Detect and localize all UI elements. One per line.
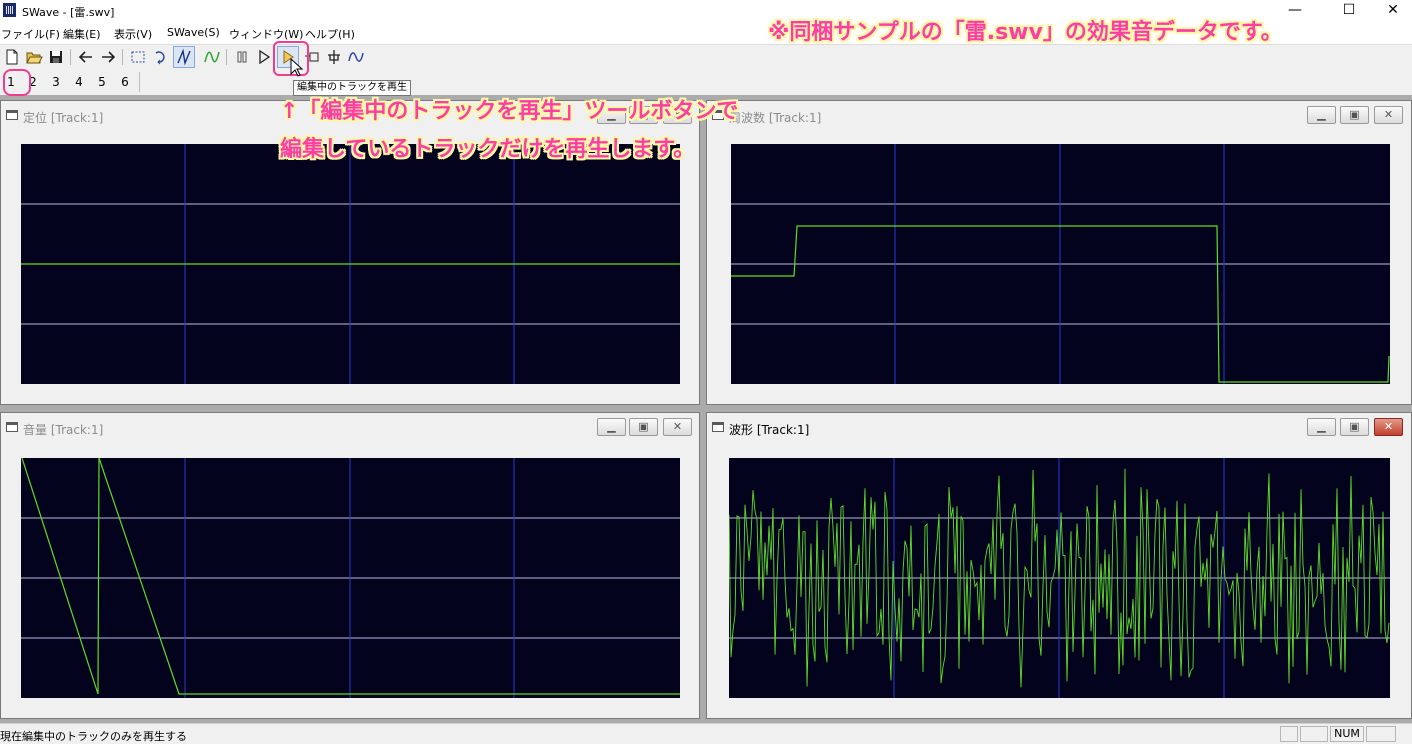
app-icon xyxy=(3,3,16,17)
sine-wave-icon[interactable] xyxy=(346,47,366,67)
waveform-window: 波形 [Track:1] ▁ ▣ ✕ xyxy=(706,412,1412,719)
status-panel xyxy=(1280,726,1298,742)
maximize-button[interactable]: ☐ xyxy=(1326,0,1372,22)
waveform-close-button[interactable]: ✕ xyxy=(1374,418,1403,436)
new-file-icon[interactable] xyxy=(2,47,22,67)
waveform-title: 波形 [Track:1] xyxy=(729,423,810,437)
volume-titlebar: 音量 [Track:1] ▁ ▣ ✕ xyxy=(1,413,699,443)
volume-close-button[interactable]: ✕ xyxy=(663,418,692,436)
pan-plot[interactable] xyxy=(21,144,680,384)
volume-title: 音量 [Track:1] xyxy=(23,423,104,437)
curve-draw-icon[interactable] xyxy=(202,47,222,67)
volume-window: 音量 [Track:1] ▁ ▣ ✕ xyxy=(0,412,700,719)
loop-icon[interactable] xyxy=(150,47,170,67)
menu-file[interactable]: ファイル(F) xyxy=(1,26,60,42)
volume-curve xyxy=(21,458,680,695)
save-icon[interactable] xyxy=(46,47,66,67)
frequency-minimize-button[interactable]: ▁ xyxy=(1307,106,1336,124)
status-bar: 現在編集中のトラックのみを再生する NUM xyxy=(0,723,1412,743)
volume-minimize-button[interactable]: ▁ xyxy=(597,418,626,436)
status-panel xyxy=(1300,726,1328,742)
menu-help[interactable]: ヘルプ(H) xyxy=(305,26,355,42)
line-draw-icon[interactable] xyxy=(173,46,195,68)
menu-view[interactable]: 表示(V) xyxy=(114,26,152,42)
frequency-plot[interactable] xyxy=(731,144,1390,384)
window-icon xyxy=(6,422,18,432)
frequency-maximize-button[interactable]: ▣ xyxy=(1340,106,1369,124)
annotation-sample-note: ※同梱サンプルの「雷.swv」の効果音データです。 xyxy=(768,20,1283,45)
frequency-title: 周波数 [Track:1] xyxy=(729,111,822,125)
frequency-window: 周波数 [Track:1] ▁ ▣ ✕ xyxy=(706,100,1412,405)
open-file-icon[interactable] xyxy=(24,47,44,67)
pan-title: 定位 [Track:1] xyxy=(23,111,104,125)
menu-swave[interactable]: SWave(S) xyxy=(167,26,220,39)
volume-maximize-button[interactable]: ▣ xyxy=(629,418,658,436)
waveform-titlebar: 波形 [Track:1] ▁ ▣ ✕ xyxy=(707,413,1411,443)
mdi-area: 定位 [Track:1] ▁ ▣ ✕ 周波数 [Track:1] ▁ ▣ ✕ 音… xyxy=(0,95,1412,723)
grid xyxy=(731,144,1390,384)
cross-icon[interactable] xyxy=(324,47,344,67)
status-num: NUM xyxy=(1330,726,1364,742)
annotation-line-1: ↑「編集中のトラックを再生」ツールボタンで xyxy=(280,99,739,124)
track-tab-4[interactable]: 4 xyxy=(72,75,86,89)
track-tab-6[interactable]: 6 xyxy=(118,75,132,89)
frequency-close-button[interactable]: ✕ xyxy=(1374,106,1403,124)
frequency-titlebar: 周波数 [Track:1] ▁ ▣ ✕ xyxy=(707,101,1411,131)
grid xyxy=(21,458,680,698)
waveform-plot[interactable] xyxy=(729,458,1390,698)
status-panel xyxy=(1366,726,1396,742)
highlight-track-tab-1 xyxy=(3,69,31,96)
mouse-cursor-icon xyxy=(290,58,304,77)
menu-window[interactable]: ウィンドウ(W) xyxy=(229,26,303,42)
toolbar xyxy=(0,45,1412,70)
volume-plot[interactable] xyxy=(21,458,680,698)
pause-icon[interactable] xyxy=(232,47,252,67)
menu-edit[interactable]: 編集(E) xyxy=(63,26,101,42)
waveform-minimize-button[interactable]: ▁ xyxy=(1307,418,1336,436)
track-tab-5[interactable]: 5 xyxy=(95,75,109,89)
close-button[interactable]: ✕ xyxy=(1370,0,1412,22)
window-icon xyxy=(6,110,18,120)
track-tabs: 1 2 3 4 5 6 xyxy=(0,70,1412,94)
window-title: SWave - [雷.swv] xyxy=(22,6,115,19)
undo-arrow-icon[interactable] xyxy=(76,47,96,67)
track-tab-3[interactable]: 3 xyxy=(49,75,63,89)
play-icon[interactable] xyxy=(254,47,274,67)
select-rect-icon[interactable] xyxy=(128,47,148,67)
window-icon xyxy=(712,422,724,432)
annotation-line-2: 編集しているトラックだけを再生します。 xyxy=(280,137,696,162)
redo-arrow-icon[interactable] xyxy=(98,47,118,67)
waveform-maximize-button[interactable]: ▣ xyxy=(1340,418,1369,436)
